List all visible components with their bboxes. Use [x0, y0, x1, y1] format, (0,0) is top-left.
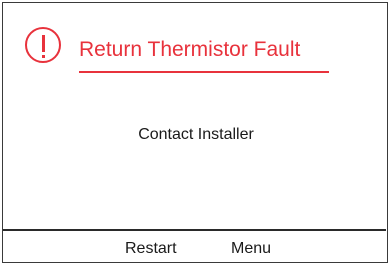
- exclamation-bar: [41, 35, 45, 52]
- title-underline: [79, 71, 329, 73]
- fault-message: Contact Installer: [138, 126, 254, 143]
- softkey-divider: [3, 229, 386, 231]
- exclamation-circle-icon: [25, 27, 61, 63]
- restart-button[interactable]: Restart: [125, 239, 177, 259]
- fault-title: Return Thermistor Fault: [79, 38, 301, 61]
- fault-screen: Return Thermistor Fault Contact Installe…: [2, 2, 388, 263]
- menu-button[interactable]: Menu: [231, 239, 271, 259]
- exclamation-dot: [41, 55, 45, 58]
